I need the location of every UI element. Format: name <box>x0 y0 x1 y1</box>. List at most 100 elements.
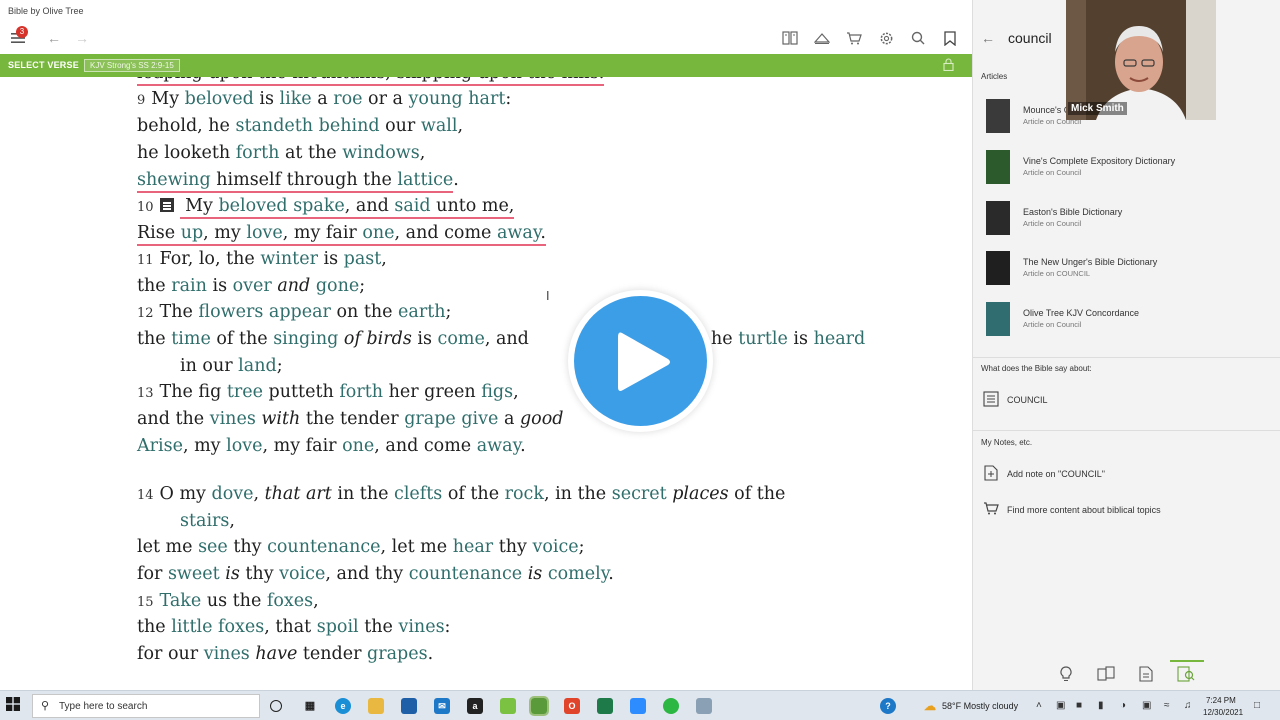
verse-15-line-1[interactable]: 15 Take us the foxes, <box>137 591 319 611</box>
volume-icon[interactable]: ♫ <box>1184 700 1192 711</box>
store-cart-icon[interactable] <box>842 26 866 50</box>
bible-text-pane[interactable]: leaping upon the mountains, skipping upo… <box>0 77 972 690</box>
verse-15-line-3[interactable]: for our vines have tender grapes. <box>137 644 433 664</box>
task-view-icon[interactable]: ▦ <box>302 698 318 714</box>
verse-line-cut: leaping upon the mountains, skipping upo… <box>137 77 605 86</box>
clock-time[interactable]: 7:24 PM <box>1206 696 1236 705</box>
library-icon[interactable] <box>778 26 802 50</box>
notification-center-icon[interactable]: □ <box>1254 700 1260 711</box>
book-cover-icon <box>986 201 1010 235</box>
document-icon[interactable] <box>1137 666 1155 684</box>
chevron-up-icon[interactable]: ˄ <box>1036 700 1042 711</box>
divider <box>973 357 1280 358</box>
list-icon <box>982 391 1000 409</box>
zoom-icon[interactable] <box>630 698 646 714</box>
store-cart-icon <box>982 501 1000 519</box>
edge-browser-icon[interactable]: e <box>335 698 351 714</box>
main-toolbar: 3 ← → <box>0 22 972 54</box>
reading-plan-icon[interactable] <box>810 26 834 50</box>
notification-badge: 3 <box>16 26 28 38</box>
article-item[interactable]: Vine's Complete Expository Dictionary Ar… <box>973 150 1280 196</box>
i-beam-cursor-icon: I <box>546 289 550 303</box>
parallel-books-icon[interactable] <box>1097 666 1115 684</box>
store-icon[interactable] <box>401 698 417 714</box>
verse-11-line-1[interactable]: 11 For, lo, the winter is past, <box>137 249 387 269</box>
amazon-icon[interactable]: a <box>467 698 483 714</box>
book-cover-icon <box>986 150 1010 184</box>
topic-council-row[interactable]: COUNCIL <box>973 389 1280 413</box>
forward-arrow-icon[interactable]: → <box>70 26 94 50</box>
verse-9-line-4[interactable]: shewing himself through the lattice. <box>137 170 459 193</box>
notes-header: My Notes, etc. <box>981 438 1033 447</box>
verse-number: 15 <box>137 595 154 610</box>
find-more-row[interactable]: Find more content about biblical topics <box>973 499 1280 523</box>
search-query[interactable]: council <box>1008 30 1052 46</box>
webcam-overlay: Mick Smith <box>1066 0 1216 120</box>
weather-status[interactable]: 58°F Mostly cloudy <box>942 701 1018 711</box>
windows-taskbar: ⚲ Type here to search ▦ e ✉ a O ? ☁ 58°F… <box>0 690 1280 720</box>
olive-tree-app-icon[interactable] <box>529 696 549 716</box>
lightbulb-icon[interactable] <box>1057 666 1075 684</box>
battery-icon[interactable]: ▮ <box>1098 700 1104 711</box>
note-icon[interactable] <box>159 198 174 212</box>
cortana-icon[interactable] <box>270 700 282 712</box>
article-item[interactable]: Easton's Bible Dictionary Article on Cou… <box>973 201 1280 247</box>
verse-11-line-2[interactable]: the rain is over and gone; <box>137 276 365 296</box>
taskbar-search-input[interactable]: ⚲ Type here to search <box>32 694 260 718</box>
verse-15-line-2[interactable]: the little foxes, that spoil the vines: <box>137 617 450 637</box>
verse-12-line-3[interactable]: in our land; <box>180 356 283 376</box>
resource-chip[interactable]: KJV Strong's SS 2:9-15 <box>84 59 180 72</box>
back-arrow-icon[interactable]: ← <box>981 30 995 46</box>
windows-start-icon[interactable] <box>6 697 24 715</box>
divider <box>973 430 1280 431</box>
verse-13-line-3[interactable]: Arise, my love, my fair one, and come aw… <box>137 436 526 456</box>
verse-10-line-2[interactable]: Rise up, my love, my fair one, and come … <box>137 223 546 246</box>
app-icon[interactable] <box>696 698 712 714</box>
display-icon[interactable]: ▣ <box>1142 700 1151 711</box>
add-note-row[interactable]: Add note on "COUNCIL" <box>973 463 1280 487</box>
spreadsheet-icon[interactable] <box>597 698 613 714</box>
verse-12-line-2-tail[interactable]: he turtle is heard <box>711 329 865 349</box>
back-arrow-icon[interactable]: ← <box>42 26 66 50</box>
verse-10-line-1[interactable]: 10 My beloved spake, and said unto me, <box>137 196 515 219</box>
verse-14-line-2[interactable]: stairs, <box>180 511 235 531</box>
video-play-button[interactable] <box>568 290 713 432</box>
study-center-icon[interactable] <box>1177 666 1195 684</box>
select-verse-button[interactable]: SELECT VERSE <box>8 60 79 70</box>
verse-14-line-3[interactable]: let me see thy countenance, let me hear … <box>137 537 585 557</box>
app-icon[interactable] <box>500 698 516 714</box>
file-explorer-icon[interactable] <box>368 698 384 714</box>
verse-number: 12 <box>137 306 154 321</box>
mail-icon[interactable]: ✉ <box>434 698 450 714</box>
verse-12-line-2[interactable]: the time of the singing of birds is come… <box>137 329 529 349</box>
article-item[interactable]: The New Unger's Bible Dictionary Article… <box>973 251 1280 297</box>
verse-9-line-2[interactable]: behold, he standeth behind our wall, <box>137 116 463 136</box>
verse-9-line-1[interactable]: 9 My beloved is like a roe or a young har… <box>137 89 511 109</box>
book-cover-icon <box>986 99 1010 133</box>
verse-12-line-1[interactable]: 12 The flowers appear on the earth; <box>137 302 451 322</box>
active-tab-indicator <box>1170 660 1204 662</box>
gear-icon[interactable] <box>874 26 898 50</box>
verse-13-line-1[interactable]: 13 The fig tree putteth forth her green f… <box>137 382 519 402</box>
whatsapp-icon[interactable] <box>663 698 679 714</box>
wifi-icon[interactable]: ≈ <box>1164 700 1170 711</box>
office-icon[interactable]: O <box>564 698 580 714</box>
weather-icon: ☁ <box>924 699 936 713</box>
verse-14-line-4[interactable]: for sweet is thy voice, and thy countena… <box>137 564 614 584</box>
verse-13-line-2[interactable]: and the vines with the tender grape give… <box>137 409 563 429</box>
presenter-name: Mick Smith <box>1068 102 1127 115</box>
article-item[interactable]: Olive Tree KJV Concordance Article on Co… <box>973 302 1280 348</box>
network-icon[interactable]: ◑ <box>1120 700 1126 711</box>
app-window: Bible by Olive Tree 3 ← → SELECT VERSE K… <box>0 0 1280 720</box>
bookmark-icon[interactable] <box>938 26 962 50</box>
verse-9-line-3[interactable]: he looketh forth at the windows, <box>137 143 425 163</box>
tray-app-icon[interactable]: ■ <box>1076 700 1082 711</box>
search-icon: ⚲ <box>41 700 50 712</box>
tray-app-icon[interactable]: ▣ <box>1056 700 1065 711</box>
help-icon[interactable]: ? <box>880 698 896 714</box>
search-icon[interactable] <box>906 26 930 50</box>
clock-date[interactable]: 12/30/2021 <box>1203 708 1243 717</box>
verse-14-line-1[interactable]: 14 O my dove, that art in the clefts of t… <box>137 484 785 504</box>
window-title: Bible by Olive Tree <box>8 6 84 16</box>
lock-icon[interactable] <box>943 58 957 72</box>
